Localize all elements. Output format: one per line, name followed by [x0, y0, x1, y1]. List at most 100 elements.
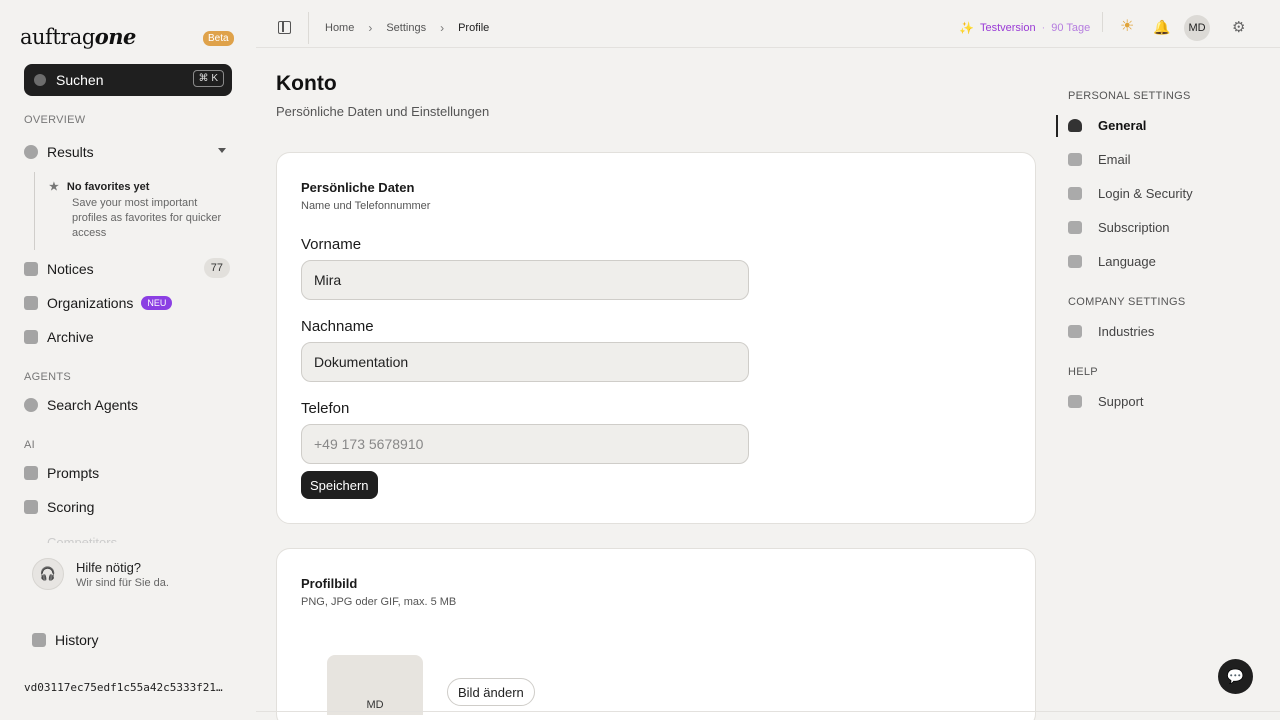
- sun-icon[interactable]: ☀: [1120, 19, 1136, 35]
- language-icon: [1068, 254, 1082, 268]
- sidebar-item-label: Prompts: [47, 465, 100, 481]
- settings-item-label: Login & Security: [1098, 185, 1193, 201]
- card-title: Persönliche Daten: [301, 180, 415, 195]
- settings-item-login-security[interactable]: Login & Security: [1068, 181, 1248, 205]
- active-indicator: [1056, 115, 1058, 137]
- settings-item-label: General: [1098, 117, 1147, 133]
- sidebar-item-results[interactable]: Results: [24, 138, 232, 166]
- card-subtitle: Name und Telefonnummer: [301, 200, 431, 212]
- divider: [308, 12, 309, 44]
- app-logo[interactable]: auftragone: [20, 24, 136, 49]
- phone-label: Telefon: [301, 400, 350, 417]
- settings-item-label: Subscription: [1098, 219, 1170, 235]
- picture-initials: MD: [366, 699, 384, 711]
- settings-item-label: Industries: [1098, 323, 1155, 339]
- profile-picture: MD: [327, 655, 423, 715]
- bell-icon[interactable]: 🔔: [1153, 19, 1170, 36]
- trial-label: Testversion: [979, 22, 1036, 34]
- build-hash: vd03117ec75edf1c55a42c5333f21…: [24, 681, 223, 694]
- sidebar-item-search-agents[interactable]: Search Agents: [24, 391, 232, 419]
- chevron-right-icon: ›: [440, 21, 445, 35]
- sidebar-item-prompts[interactable]: Prompts: [24, 459, 232, 487]
- first-name-label: Vorname: [301, 236, 362, 253]
- settings-item-general[interactable]: General: [1068, 113, 1248, 137]
- sidebar-item-archive[interactable]: Archive: [24, 323, 232, 351]
- settings-item-support[interactable]: Support: [1068, 389, 1248, 413]
- sidebar-item-label: Search Agents: [47, 397, 139, 413]
- building-icon: [24, 296, 38, 310]
- help-section-label: HELP: [1068, 366, 1098, 378]
- tag-icon: [1068, 324, 1082, 338]
- divider: [256, 711, 1280, 712]
- sidebar-item-label: Results: [47, 144, 94, 160]
- chevron-right-icon: ›: [368, 21, 373, 35]
- help-title: Hilfe nötig?: [76, 559, 142, 575]
- lifebuoy-icon: [1068, 394, 1082, 408]
- card-subtitle: PNG, JPG oder GIF, max. 5 MB: [301, 596, 457, 608]
- settings-item-language[interactable]: Language: [1068, 249, 1248, 273]
- last-name-field[interactable]: [301, 342, 749, 382]
- card-title: Profilbild: [301, 576, 358, 591]
- settings-item-label: Language: [1098, 253, 1156, 269]
- results-icon: [24, 145, 38, 159]
- bookmark-icon: [24, 330, 38, 344]
- search-icon: [34, 74, 46, 86]
- history-icon: [32, 633, 46, 647]
- sidebar: auftragone Beta Suchen ⌘ K OVERVIEW Resu…: [0, 0, 256, 720]
- divider: [1102, 12, 1103, 32]
- change-picture-button[interactable]: Bild ändern: [447, 678, 535, 706]
- personal-settings-label: PERSONAL SETTINGS: [1068, 90, 1191, 102]
- user-icon: [1068, 118, 1082, 132]
- sidebar-item-history[interactable]: History: [32, 626, 240, 654]
- trial-days: 90 Tage: [1051, 22, 1091, 34]
- search-label: Suchen: [56, 72, 104, 88]
- magic-wand-icon: ✨: [959, 21, 974, 35]
- sidebar-item-notices[interactable]: Notices 77: [24, 255, 232, 283]
- sidebar-item-label: History: [55, 632, 99, 648]
- settings-item-label: Email: [1098, 151, 1131, 167]
- favorites-empty: ★ No favorites yet Save your most importa…: [34, 172, 224, 250]
- help-subtitle: Wir sind für Sie da.: [76, 576, 169, 589]
- phone-field[interactable]: [301, 424, 749, 464]
- personal-data-card: Persönliche Daten Name und Telefonnummer…: [276, 152, 1036, 524]
- first-name-field[interactable]: [301, 260, 749, 300]
- ai-section-label: AI: [24, 439, 35, 451]
- sidebar-item-faded[interactable]: Competitors: [47, 535, 117, 543]
- notices-count-badge: 77: [203, 258, 230, 278]
- chat-bubble-icon[interactable]: 💬: [1218, 659, 1253, 694]
- settings-item-email[interactable]: Email: [1068, 147, 1248, 171]
- star-icon: ★: [49, 181, 59, 193]
- settings-item-label: Support: [1098, 393, 1144, 409]
- save-button[interactable]: Speichern: [301, 471, 378, 499]
- notices-icon: [24, 262, 38, 276]
- sidebar-item-label: Notices: [47, 261, 94, 277]
- avatar[interactable]: MD: [1184, 15, 1210, 41]
- mail-icon: [1068, 152, 1082, 166]
- chevron-down-icon[interactable]: [218, 148, 226, 153]
- search-button[interactable]: Suchen ⌘ K: [24, 64, 232, 96]
- breadcrumb-home[interactable]: Home: [325, 22, 354, 34]
- page-subtitle: Persönliche Daten und Einstellungen: [276, 104, 490, 119]
- settings-item-industries[interactable]: Industries: [1068, 319, 1248, 343]
- breadcrumb-settings[interactable]: Settings: [386, 22, 426, 34]
- gear-icon[interactable]: ⚙: [1232, 18, 1245, 36]
- sidebar-item-scoring[interactable]: Scoring: [24, 493, 232, 521]
- top-bar: Home › Settings › Profile ✨ Testversion …: [256, 0, 1280, 48]
- new-badge: NEU: [141, 296, 173, 310]
- beta-badge: Beta: [203, 31, 234, 46]
- separator-dot: ·: [1041, 22, 1046, 34]
- settings-item-subscription[interactable]: Subscription: [1068, 215, 1248, 239]
- sidebar-item-organizations[interactable]: Organizations NEU: [24, 289, 232, 317]
- last-name-label: Nachname: [301, 318, 374, 335]
- sidebar-item-label: Organizations: [47, 295, 134, 311]
- search-shortcut: ⌘ K: [192, 70, 224, 87]
- headphones-icon: 🎧: [32, 558, 64, 590]
- trial-badge[interactable]: ✨ Testversion · 90 Tage: [959, 21, 1090, 35]
- favorites-title: No favorites yet: [66, 180, 150, 193]
- sidebar-toggle-icon[interactable]: [278, 21, 291, 34]
- help-box[interactable]: 🎧 Hilfe nötig? Wir sind für Sie da.: [32, 558, 169, 590]
- shield-icon: [1068, 186, 1082, 200]
- profile-picture-card: Profilbild PNG, JPG oder GIF, max. 5 MB …: [276, 548, 1036, 720]
- breadcrumb: Home › Settings › Profile: [325, 21, 489, 35]
- chip-icon: [24, 466, 38, 480]
